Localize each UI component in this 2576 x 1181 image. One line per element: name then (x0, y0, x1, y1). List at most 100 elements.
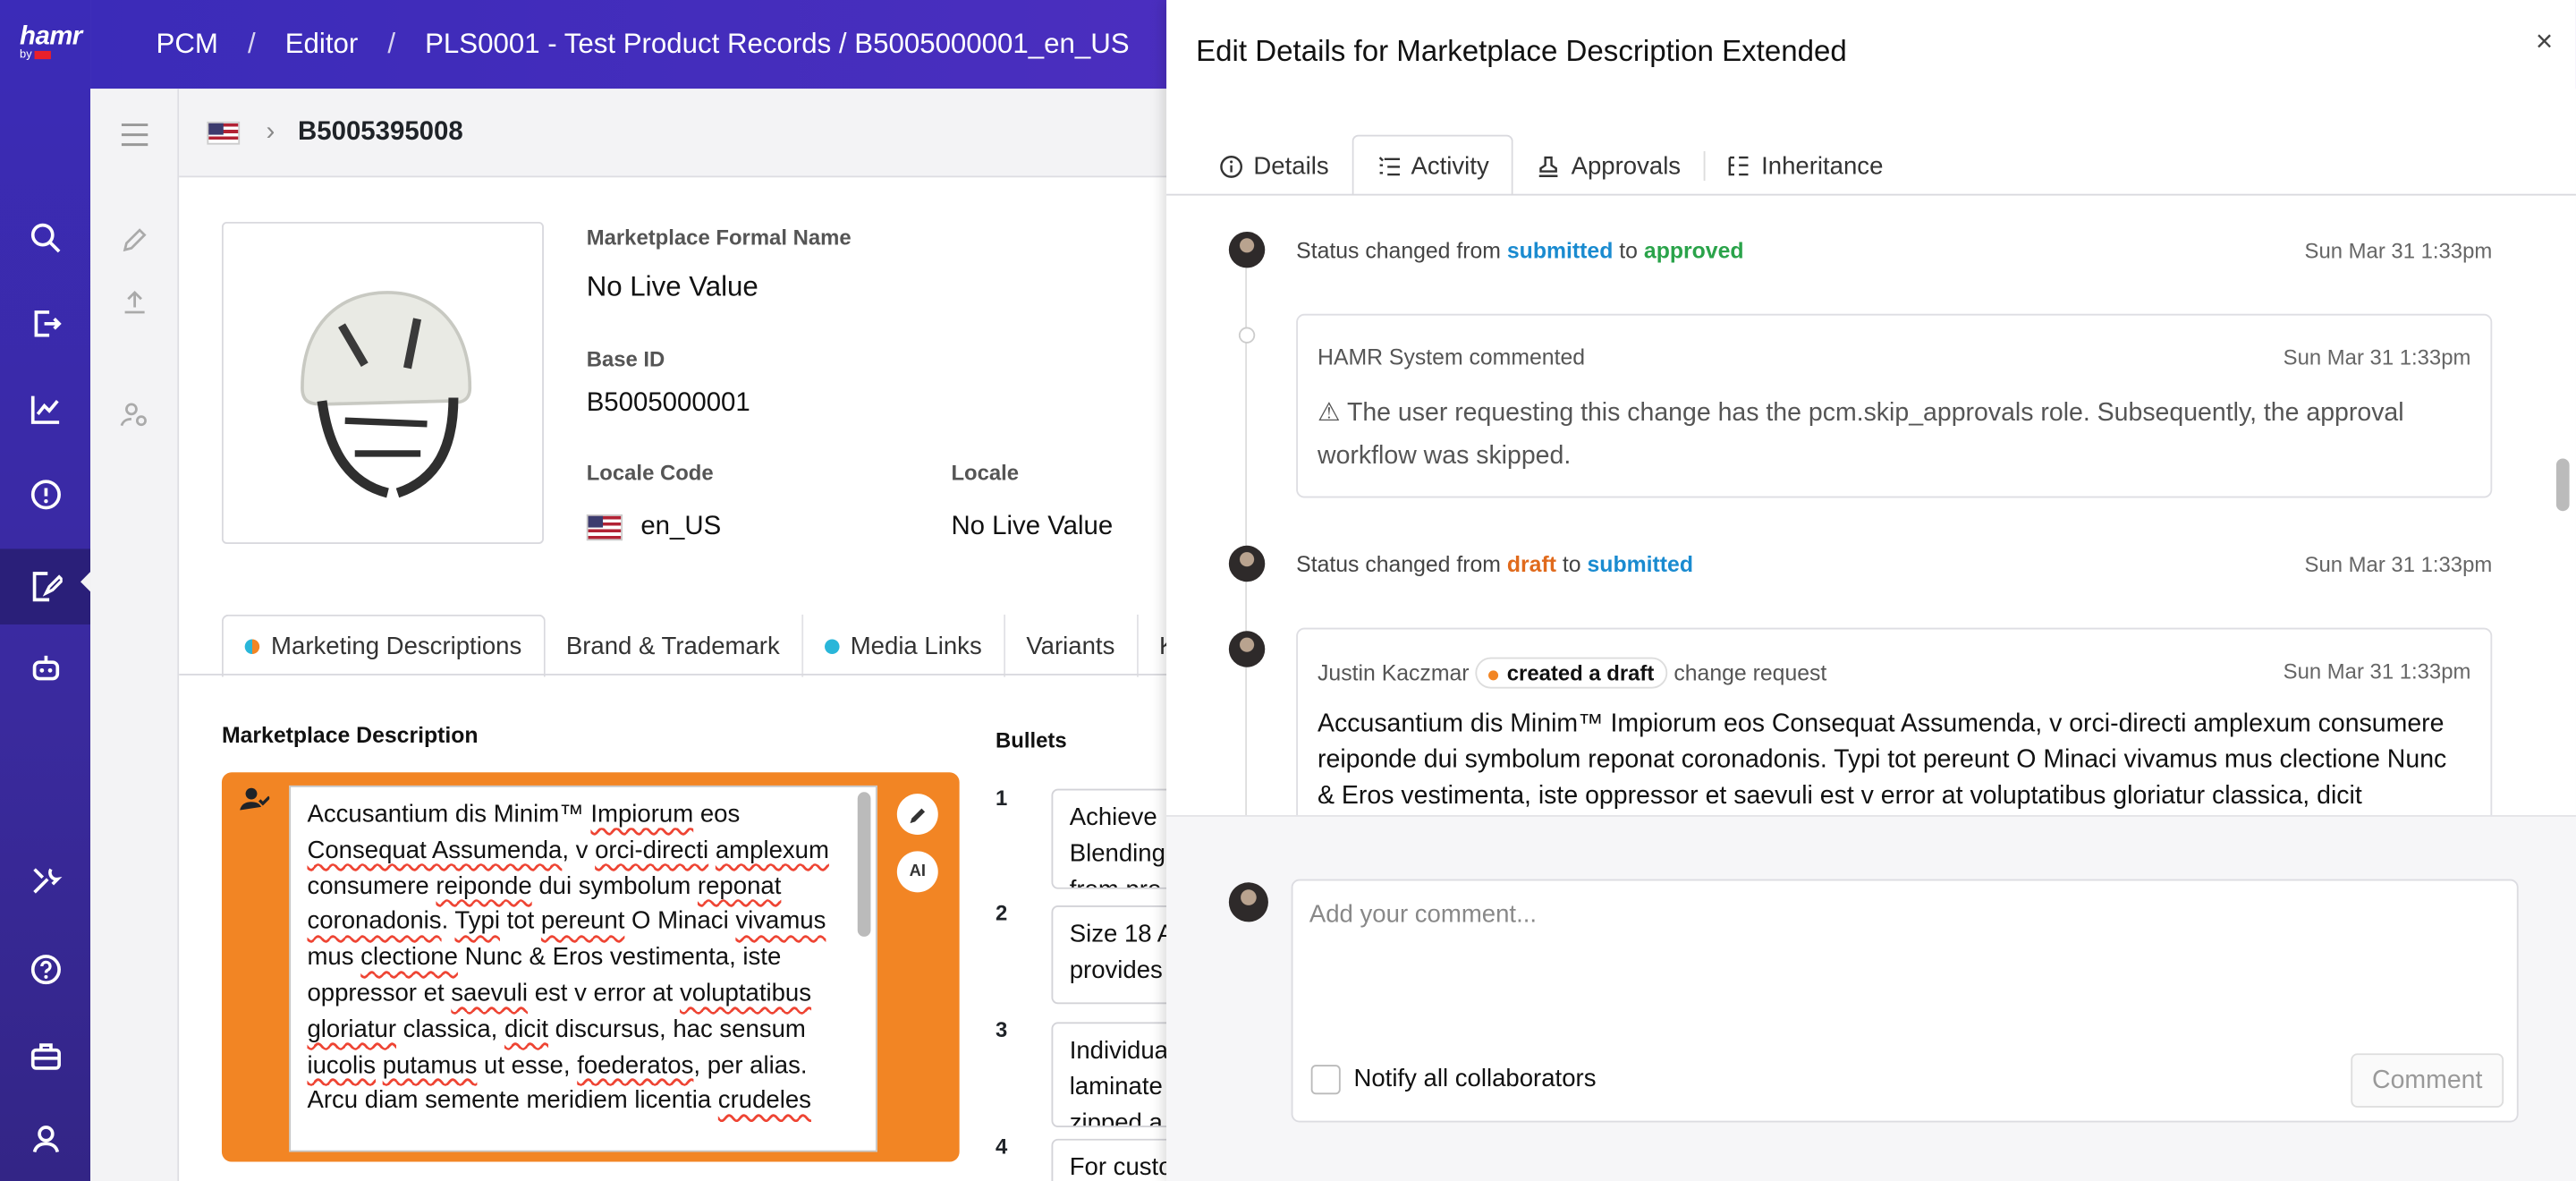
user-icon[interactable] (0, 1106, 90, 1171)
bullet-number: 4 (996, 1134, 1008, 1159)
tabs-divider (179, 674, 1182, 675)
avatar (1228, 231, 1266, 268)
helmet-image (301, 291, 472, 498)
breadcrumb-record[interactable]: PLS0001 - Test Product Records / B500500… (425, 28, 1130, 61)
comment-author: Justin Kaczmar (1318, 660, 1470, 685)
product-editor: Marketplace Formal Name No Live Value Ba… (179, 177, 1199, 1181)
comment-card: HAMR System commented Sun Mar 31 1:33pm … (1296, 313, 2493, 498)
notify-label[interactable]: Notify all collaborators (1353, 1065, 1596, 1092)
locale-code-field: en_US (586, 513, 722, 542)
bullet-number: 2 (996, 900, 1008, 926)
breadcrumb-editor[interactable]: Editor (285, 28, 359, 61)
tab-activity[interactable]: Activity (1352, 134, 1514, 196)
event-text: to (1562, 552, 1581, 577)
locale-value: No Live Value (951, 513, 1114, 541)
assigned-user-icon[interactable] (240, 786, 271, 820)
drawer-title: Edit Details for Marketplace Description… (1196, 34, 1847, 68)
tab-label: Marketing Descriptions (271, 633, 522, 661)
tools-icon[interactable] (0, 848, 90, 913)
close-icon[interactable]: × (2536, 25, 2553, 60)
tab-label: Approvals (1571, 152, 1682, 182)
tab-label: Details (1253, 152, 1329, 182)
editor-nav-icon[interactable] (0, 548, 91, 624)
comment-composer: Add your comment... Notify all collabora… (1166, 815, 2576, 1181)
analytics-icon[interactable] (0, 377, 90, 442)
secondary-sidebar (90, 89, 180, 1181)
comment-timestamp: Sun Mar 31 1:33pm (2283, 344, 2471, 370)
bullets-label: Bullets (996, 727, 1067, 753)
briefcase-icon[interactable] (0, 1024, 90, 1089)
upload-icon[interactable] (115, 283, 155, 322)
logo-text: hamr (20, 22, 82, 51)
description-textarea[interactable]: Accusantium dis Minim™ Impiorum eos Cons… (289, 785, 877, 1152)
badge-text: created a draft (1506, 660, 1655, 685)
locale-code-value: en_US (640, 513, 722, 541)
tab-label: Media Links (850, 632, 982, 660)
tab-label: Inheritance (1761, 152, 1884, 182)
textarea-scrollbar[interactable] (857, 792, 871, 937)
comment-box: Add your comment... Notify all collabora… (1291, 879, 2519, 1123)
comment-body: Accusantium dis Minim™ Impiorum eos Cons… (1318, 709, 2447, 811)
comment-body: ⚠ The user requesting this change has th… (1318, 399, 2404, 471)
tab-label: Variants (1026, 632, 1115, 660)
comment-timestamp: Sun Mar 31 1:33pm (2283, 658, 2471, 684)
help-icon[interactable] (0, 937, 90, 1002)
edit-details-drawer: Edit Details for Marketplace Description… (1166, 0, 2576, 1181)
status-to: approved (1643, 238, 1744, 263)
product-id: B5005395008 (298, 117, 463, 146)
search-icon[interactable] (0, 206, 90, 271)
breadcrumb-separator: / (387, 28, 396, 60)
hierarchy-icon (1728, 156, 1749, 176)
bot-icon[interactable] (0, 636, 90, 701)
tab-inheritance[interactable]: Inheritance (1703, 135, 1906, 196)
section-tabs: Marketing Descriptions Brand & Trademark… (221, 614, 1211, 677)
breadcrumb-pcm[interactable]: PCM (156, 28, 217, 61)
status-from: draft (1506, 552, 1556, 577)
bullet-number: 3 (996, 1016, 1008, 1042)
logo-by-text: by (20, 49, 32, 61)
base-id-value: B5005000001 (586, 389, 750, 418)
menu-icon[interactable] (115, 115, 155, 155)
hamr-logo[interactable]: hamr by (20, 23, 82, 61)
tab-label: Activity (1411, 152, 1489, 182)
tab-media-links[interactable]: Media Links (802, 614, 1005, 677)
event-timestamp: Sun Mar 31 1:33pm (2304, 238, 2493, 263)
edit-icon[interactable] (115, 220, 155, 259)
description-label: Marketplace Description (221, 723, 479, 748)
avatar (1228, 882, 1268, 922)
comment-input[interactable]: Add your comment... (1309, 901, 1537, 929)
avatar (1228, 631, 1266, 667)
description-editor: Accusantium dis Minim™ Impiorum eos Cons… (221, 772, 960, 1162)
ai-button[interactable]: AI (896, 851, 938, 893)
user-settings-icon[interactable] (115, 395, 155, 434)
brand-mark (35, 50, 52, 59)
event-text: to (1619, 238, 1638, 263)
product-header: › B5005395008 (179, 89, 1182, 178)
edit-pencil-button[interactable] (896, 794, 938, 836)
tab-label: Brand & Trademark (565, 632, 780, 660)
tab-brand-trademark[interactable]: Brand & Trademark (545, 614, 803, 677)
status-badge: created a draft (1475, 657, 1668, 689)
info-icon[interactable] (0, 462, 90, 527)
formal-name-label: Marketplace Formal Name (586, 225, 852, 251)
notify-checkbox[interactable] (1310, 1065, 1341, 1095)
tab-marketing-descriptions[interactable]: Marketing Descriptions (221, 614, 545, 677)
tab-variants[interactable]: Variants (1004, 614, 1139, 677)
info-icon (1220, 156, 1243, 178)
comment-button[interactable]: Comment (2351, 1053, 2504, 1108)
activity-feed[interactable]: Status changed from submitted to approve… (1166, 196, 2576, 816)
formal-name-value: No Live Value (586, 271, 758, 302)
status-event: Status changed from draft to submitted (1296, 552, 1693, 577)
event-text: Status changed from (1296, 238, 1501, 263)
status-dot (244, 639, 260, 655)
product-image[interactable] (221, 221, 544, 544)
tab-details[interactable]: Details (1196, 135, 1352, 196)
timeline-node (1238, 327, 1256, 344)
tab-approvals[interactable]: Approvals (1513, 135, 1704, 196)
feed-scrollbar[interactable] (2555, 458, 2570, 512)
export-icon[interactable] (0, 291, 90, 356)
base-id-label: Base ID (586, 346, 665, 372)
change-request-header: Justin Kaczmar created a draft change requ… (1318, 657, 1826, 689)
event-text: Status changed from (1296, 552, 1501, 577)
locale-code-label: Locale Code (586, 460, 714, 485)
